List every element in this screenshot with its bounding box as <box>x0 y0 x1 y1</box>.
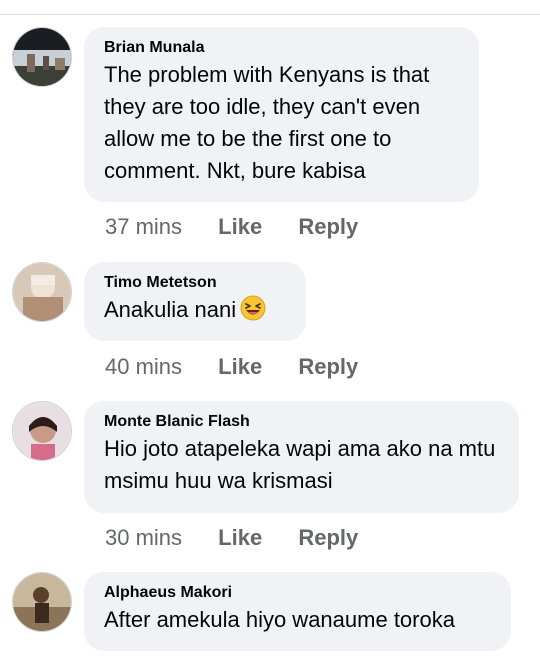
avatar[interactable] <box>12 262 72 322</box>
comment-text-row: Anakulia nani <box>104 294 286 330</box>
like-button[interactable]: Like <box>218 525 262 551</box>
comment-text: Hio joto atapeleka wapi ama ako na mtu m… <box>104 436 496 493</box>
avatar[interactable] <box>12 572 72 632</box>
comment-bubble: Timo Metetson Anakulia nani <box>84 262 306 341</box>
comment-author[interactable]: Timo Metetson <box>104 273 286 293</box>
reply-button[interactable]: Reply <box>298 354 358 380</box>
avatar[interactable] <box>12 401 72 461</box>
comment-timestamp[interactable]: 40 mins <box>105 354 182 380</box>
laughing-face-emoji-icon <box>240 295 266 330</box>
comment-bubble: Alphaeus Makori After amekula hiyo wanau… <box>84 572 511 651</box>
reply-button[interactable]: Reply <box>298 525 358 551</box>
comment-actions: 37 mins Like Reply <box>105 214 358 240</box>
comment-author[interactable]: Alphaeus Makori <box>104 583 491 603</box>
comment-timestamp[interactable]: 37 mins <box>105 214 182 240</box>
comment-timestamp[interactable]: 30 mins <box>105 525 182 551</box>
comment-author[interactable]: Brian Munala <box>104 38 459 58</box>
comment-bubble: Monte Blanic Flash Hio joto atapeleka wa… <box>84 401 519 513</box>
comment-text: The problem with Kenyans is that they ar… <box>104 62 430 183</box>
comment-text: Anakulia nani <box>104 297 237 322</box>
top-divider <box>0 14 540 15</box>
like-button[interactable]: Like <box>218 354 262 380</box>
comment-author[interactable]: Monte Blanic Flash <box>104 412 499 432</box>
comment-actions: 30 mins Like Reply <box>105 525 358 551</box>
comment-actions: 40 mins Like Reply <box>105 354 358 380</box>
like-button[interactable]: Like <box>218 214 262 240</box>
comment-text: After amekula hiyo wanaume toroka <box>104 607 455 632</box>
avatar[interactable] <box>12 27 72 87</box>
reply-button[interactable]: Reply <box>298 214 358 240</box>
comment-bubble: Brian Munala The problem with Kenyans is… <box>84 27 479 202</box>
